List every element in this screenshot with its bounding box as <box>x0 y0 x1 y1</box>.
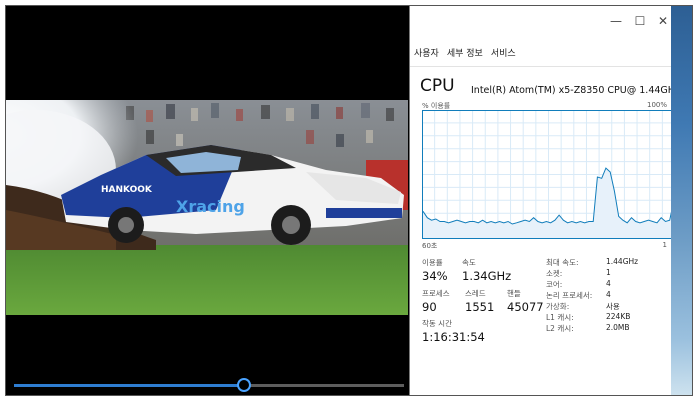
usage-label: 이용률 <box>422 258 443 267</box>
usage-value: 34% <box>422 269 448 283</box>
video-image-drift-car: HANKOOK Xracing <box>6 100 408 315</box>
detail-value: 4 <box>606 279 611 288</box>
detail-value: 2.0MB <box>606 323 630 332</box>
threads-value: 1551 <box>465 300 495 314</box>
desktop-background <box>671 6 692 395</box>
tab-divider <box>410 66 672 67</box>
handles-value: 45077 <box>507 300 544 314</box>
video-logo-text-2: Xracing <box>176 197 245 216</box>
cpu-heading: CPU <box>420 76 455 96</box>
detail-key: 최대 속도: <box>546 258 579 267</box>
uptime-value: 1:16:31:54 <box>422 330 485 344</box>
detail-key: 논리 프로세서: <box>546 291 593 300</box>
seek-thumb[interactable] <box>237 378 252 392</box>
speed-label: 속도 <box>462 258 476 267</box>
tab-bar: 사용자 세부 정보 서비스 <box>410 46 520 62</box>
tab-users[interactable]: 사용자 <box>410 46 443 62</box>
handles-label: 핸들 <box>507 289 521 298</box>
seek-bar-progress <box>14 384 245 387</box>
detail-key: 코어: <box>546 280 563 289</box>
graph-end-label: 1 <box>662 241 667 249</box>
cpu-model-name: Intel(R) Atom(TM) x5-Z8350 CPU@ 1.44GHz <box>471 85 680 96</box>
detail-key: L2 캐시: <box>546 324 574 333</box>
detail-value: 1 <box>606 268 611 277</box>
graph-time-label: 60초 <box>422 242 438 250</box>
title-bar[interactable]: — ☐ ✕ <box>410 6 672 36</box>
detail-key: 가상화: <box>546 302 570 311</box>
cpu-usage-graph <box>422 110 675 239</box>
threads-label: 스레드 <box>465 289 486 298</box>
seek-bar[interactable] <box>14 384 404 387</box>
video-player[interactable]: HANKOOK Xracing <box>6 6 408 395</box>
graph-max-label: 100% <box>646 101 667 109</box>
minimize-icon[interactable]: — <box>608 13 624 29</box>
processes-label: 프로세스 <box>422 289 450 298</box>
close-icon[interactable]: ✕ <box>655 13 671 29</box>
video-logo-text: HANKOOK <box>101 185 153 195</box>
detail-key: L1 캐시: <box>546 313 574 322</box>
screenshot-frame: HANKOOK Xracing — ☐ ✕ 사용자 세부 정보 서비스 CPU … <box>5 5 693 396</box>
uptime-label: 작동 시간 <box>422 319 452 328</box>
processes-value: 90 <box>422 300 437 314</box>
detail-value: 1.44GHz <box>606 257 639 266</box>
detail-value: 224KB <box>606 312 631 321</box>
detail-value: 4 <box>606 290 611 299</box>
tab-details[interactable]: 세부 정보 <box>443 46 487 62</box>
tab-services[interactable]: 서비스 <box>487 46 520 62</box>
detail-key: 소켓: <box>546 269 563 278</box>
video-frame[interactable]: HANKOOK Xracing <box>6 100 408 315</box>
detail-value: 사용 <box>606 302 620 311</box>
speed-value: 1.34GHz <box>462 269 512 283</box>
maximize-icon[interactable]: ☐ <box>632 13 648 29</box>
task-manager-window: — ☐ ✕ 사용자 세부 정보 서비스 CPU Intel(R) Atom(TM… <box>409 6 680 395</box>
